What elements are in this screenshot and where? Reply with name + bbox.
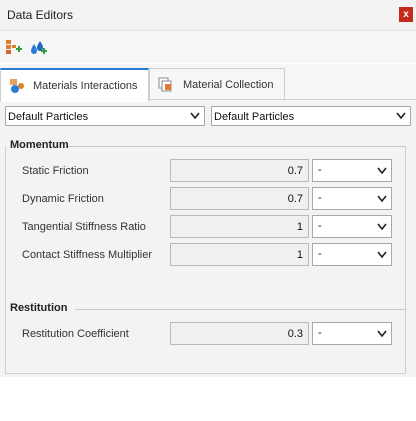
title-bar: Data Editors x bbox=[0, 0, 416, 31]
material-a-select[interactable]: Default Particles bbox=[5, 106, 205, 126]
tangential-stiffness-ratio-unit-select[interactable]: - bbox=[312, 215, 392, 238]
unit-value: - bbox=[318, 220, 322, 232]
select-value: Default Particles bbox=[214, 111, 295, 123]
tangential-stiffness-ratio-input[interactable]: 1 bbox=[170, 215, 309, 238]
static-friction-input[interactable]: 0.7 bbox=[170, 159, 309, 182]
dynamic-friction-label: Dynamic Friction bbox=[22, 193, 104, 205]
chevron-down-icon bbox=[377, 195, 387, 203]
contact-stiffness-multiplier-unit-select[interactable]: - bbox=[312, 243, 392, 266]
group-divider bbox=[75, 309, 406, 310]
chevron-down-icon bbox=[377, 251, 387, 259]
tab-label: Materials Interactions bbox=[33, 80, 138, 92]
field-value: 1 bbox=[296, 221, 303, 233]
unit-value: - bbox=[318, 248, 322, 260]
dynamic-friction-unit-select[interactable]: - bbox=[312, 187, 392, 210]
material-b-select[interactable]: Default Particles bbox=[211, 106, 411, 126]
window-title: Data Editors bbox=[7, 8, 74, 22]
field-value: 0.7 bbox=[287, 165, 303, 177]
field-value: 0.3 bbox=[287, 328, 303, 340]
close-button[interactable]: x bbox=[399, 7, 413, 22]
contact-stiffness-multiplier-input[interactable]: 1 bbox=[170, 243, 309, 266]
chevron-down-icon bbox=[190, 112, 200, 120]
select-value: Default Particles bbox=[8, 111, 89, 123]
add-element-button[interactable] bbox=[5, 39, 23, 57]
field-value: 1 bbox=[296, 249, 303, 261]
static-friction-unit-select[interactable]: - bbox=[312, 159, 392, 182]
chevron-down-icon bbox=[377, 330, 387, 338]
dynamic-friction-input[interactable]: 0.7 bbox=[170, 187, 309, 210]
materials-interactions-panel: Default Particles Default Particles Mome… bbox=[0, 99, 416, 377]
chevron-down-icon bbox=[377, 167, 387, 175]
add-material-button[interactable] bbox=[30, 39, 48, 57]
field-value: 0.7 bbox=[287, 193, 303, 205]
chevron-down-icon bbox=[377, 223, 387, 231]
restitution-coefficient-input[interactable]: 0.3 bbox=[170, 322, 309, 345]
unit-value: - bbox=[318, 164, 322, 176]
materials-interactions-icon bbox=[10, 79, 24, 93]
restitution-heading: Restitution bbox=[10, 302, 68, 314]
unit-value: - bbox=[318, 192, 322, 204]
chevron-down-icon bbox=[396, 112, 406, 120]
material-collection-icon bbox=[158, 77, 172, 92]
restitution-coefficient-unit-select[interactable]: - bbox=[312, 322, 392, 345]
restitution-coefficient-label: Restitution Coefficient bbox=[22, 328, 129, 340]
static-friction-label: Static Friction bbox=[22, 165, 89, 177]
tab-strip: Materials Interactions Material Collecti… bbox=[0, 64, 416, 102]
add-element-icon bbox=[6, 40, 22, 54]
add-material-icon bbox=[31, 41, 47, 54]
unit-value: - bbox=[318, 327, 322, 339]
tab-materials-interactions[interactable]: Materials Interactions bbox=[0, 68, 149, 102]
toolbar bbox=[0, 31, 416, 63]
tab-material-collection[interactable]: Material Collection bbox=[149, 68, 285, 100]
tab-label: Material Collection bbox=[183, 79, 274, 91]
tangential-stiffness-ratio-label: Tangential Stiffness Ratio bbox=[22, 221, 146, 233]
contact-stiffness-multiplier-label: Contact Stiffness Multiplier bbox=[22, 249, 153, 261]
